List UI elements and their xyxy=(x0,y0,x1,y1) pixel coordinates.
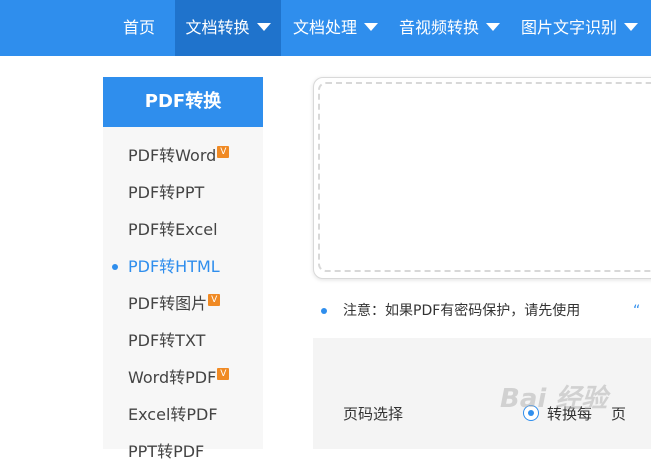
nav-ocr-label: 图片文字识别 xyxy=(521,18,618,37)
page-option-unit: 页 xyxy=(611,405,627,423)
page-option-radio[interactable] xyxy=(523,405,539,421)
sidebar-item-word-to-pdf[interactable]: Word转PDF V xyxy=(128,366,230,390)
file-drop-zone[interactable] xyxy=(318,82,651,272)
sidebar-item-pdf-to-html[interactable]: PDF转HTML xyxy=(128,255,220,279)
sidebar-item-label: PDF转PPT xyxy=(128,183,205,202)
chevron-down-icon xyxy=(624,23,639,31)
sidebar-item-label: PDF转HTML xyxy=(128,257,220,276)
password-notice: 注意：如果PDF有密码保护，请先使用 xyxy=(343,303,581,319)
nav-home[interactable]: 首页 xyxy=(108,0,170,56)
sidebar-item-pdf-to-txt[interactable]: PDF转TXT xyxy=(128,329,205,353)
sidebar-item-label: PPT转PDF xyxy=(128,442,205,461)
page-option-label: 转换每 xyxy=(547,405,593,423)
nav-doc-convert[interactable]: 文档转换 xyxy=(175,0,281,56)
vip-badge-icon: V xyxy=(217,367,230,380)
vip-badge-icon: V xyxy=(217,145,230,158)
chevron-down-icon xyxy=(256,23,271,31)
active-dot-icon xyxy=(112,264,118,270)
nav-av-convert-label: 音视频转换 xyxy=(399,18,480,37)
nav-doc-process-label: 文档处理 xyxy=(293,18,358,37)
nav-ocr[interactable]: 图片文字识别 xyxy=(521,0,639,56)
sidebar-item-label: Excel转PDF xyxy=(128,405,218,424)
nav-home-label: 首页 xyxy=(122,18,155,37)
sidebar-item-label: PDF转Word xyxy=(128,146,217,165)
top-nav: 首页 文档转换 文档处理 音视频转换 图片文字识别 xyxy=(0,0,651,56)
sidebar-item-label: PDF转图片 xyxy=(128,294,208,313)
options-panel xyxy=(313,338,651,449)
sidebar-item-ppt-to-pdf[interactable]: PPT转PDF xyxy=(128,440,204,464)
page-select-label: 页码选择 xyxy=(343,405,404,423)
nav-doc-convert-label: 文档转换 xyxy=(185,18,250,37)
chevron-down-icon xyxy=(364,23,379,31)
sidebar-item-excel-to-pdf[interactable]: Excel转PDF xyxy=(128,403,218,427)
nav-av-convert[interactable]: 音视频转换 xyxy=(399,0,501,56)
sidebar-item-label: PDF转TXT xyxy=(128,331,206,350)
bullet-dot-icon xyxy=(321,308,327,314)
sidebar-item-label: Word转PDF xyxy=(128,368,217,387)
sidebar-item-pdf-to-image[interactable]: PDF转图片 V xyxy=(128,292,221,316)
sidebar-item-pdf-to-word[interactable]: PDF转Word V xyxy=(128,144,230,168)
vip-badge-icon: V xyxy=(208,293,221,306)
sidebar-item-pdf-to-excel[interactable]: PDF转Excel xyxy=(128,218,218,242)
notice-link[interactable]: “ xyxy=(633,300,640,322)
nav-doc-process[interactable]: 文档处理 xyxy=(293,0,379,56)
sidebar-header: PDF转换 xyxy=(103,77,263,127)
sidebar-item-label: PDF转Excel xyxy=(128,220,218,239)
chevron-down-icon xyxy=(486,23,501,31)
sidebar-item-pdf-to-ppt[interactable]: PDF转PPT xyxy=(128,181,204,205)
